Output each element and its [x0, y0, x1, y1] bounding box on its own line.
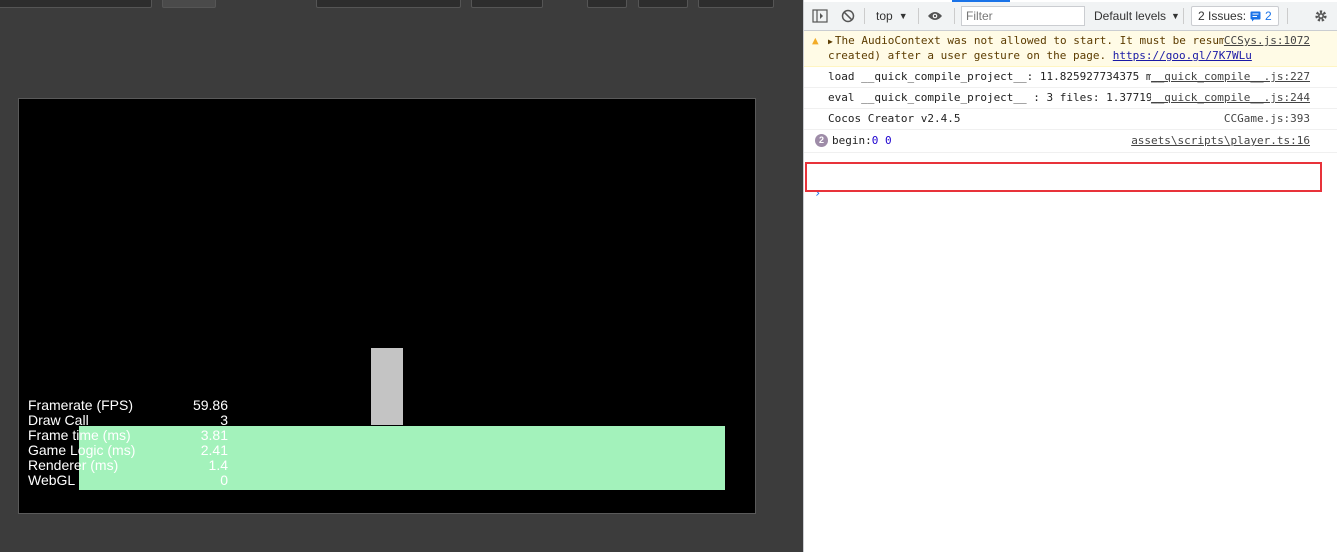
context-dropdown-icon: ▼	[898, 11, 908, 21]
console-messages: ▲ ▶ The AudioContext was not allowed to s…	[804, 31, 1337, 153]
message-text: load __quick_compile_project__: 11.82592…	[828, 70, 1160, 83]
message-source-link[interactable]: CCSys.js:1072	[1223, 34, 1310, 48]
profiler-stat-value: 3.81	[200, 427, 228, 443]
top-button-4[interactable]	[638, 0, 688, 8]
message-value: 0	[871, 134, 879, 147]
toolbar-separator	[918, 8, 919, 24]
profiler-stat-row: Game Logic (ms) 2.41	[28, 443, 228, 458]
profiler-stat-label: Frame time (ms)	[28, 427, 131, 443]
player-sprite	[371, 348, 403, 425]
context-selector[interactable]: top ▼	[876, 2, 908, 30]
console-toolbar: top ▼ Default levels ▼ 2 Issues: 2	[804, 2, 1337, 31]
profiler-stat-row: Renderer (ms) 1.4	[28, 458, 228, 473]
context-label: top	[876, 9, 893, 23]
profiler-stat-row: Frame time (ms) 3.81	[28, 428, 228, 443]
console-log-message: 2 begin:0 0 assets\scripts\player.ts:16	[804, 130, 1337, 153]
profiler-stat-label: Game Logic (ms)	[28, 442, 136, 458]
message-source-link[interactable]: CCGame.js:393	[1223, 112, 1310, 126]
log-levels-dropdown[interactable]: Default levels ▼	[1094, 2, 1180, 30]
console-log-message: load __quick_compile_project__: 11.82592…	[804, 67, 1337, 88]
message-link[interactable]: https://goo.gl/7K7WLu	[1113, 49, 1252, 62]
clear-console-icon[interactable]	[841, 2, 855, 30]
profiler-stat-label: WebGL	[28, 472, 76, 488]
profiler-stat-row: Framerate (FPS) 59.86	[28, 398, 228, 413]
profiler-stat-label: Framerate (FPS)	[28, 397, 134, 413]
log-levels-label: Default levels	[1094, 9, 1167, 23]
profiler-stat-row: Draw Call 3	[28, 413, 228, 428]
console-log-message: eval __quick_compile_project__ : 3 files…	[804, 88, 1337, 109]
toolbar-separator	[1287, 8, 1288, 24]
message-value: 0	[885, 134, 892, 147]
message-source-link[interactable]: __quick_compile__.js:244	[1151, 91, 1310, 105]
sidebar-toggle-icon[interactable]	[812, 2, 828, 30]
profiler-stat-row: WebGL 0	[28, 473, 228, 488]
top-dropdown-left[interactable]	[0, 0, 152, 8]
message-text: Cocos Creator v2.4.5	[828, 112, 961, 125]
toolbar-separator	[1183, 8, 1184, 24]
top-dropdown-middle[interactable]	[316, 0, 461, 8]
profiler-stat-value: 59.86	[192, 397, 228, 413]
profiler-stat-value: 2.41	[200, 442, 228, 458]
filter-input[interactable]	[961, 6, 1085, 26]
gear-icon[interactable]	[1314, 2, 1328, 30]
issues-label: 2 Issues:	[1198, 9, 1247, 23]
message-source-link[interactable]: assets\scripts\player.ts:16	[1131, 134, 1310, 148]
warning-icon: ▲	[812, 34, 819, 47]
message-source-link[interactable]: __quick_compile__.js:227	[1151, 70, 1310, 84]
console-prompt-icon[interactable]: ›	[814, 186, 821, 200]
top-button-3[interactable]	[587, 0, 627, 8]
devtools-console-panel: top ▼ Default levels ▼ 2 Issues: 2 ▲ ▶Th…	[803, 0, 1337, 552]
profiler-stats: Framerate (FPS) 59.86 Draw Call 3 Frame time…	[28, 398, 228, 488]
profiler-stat-label: Draw Call	[28, 412, 89, 428]
profiler-stat-value: 1.4	[208, 457, 228, 473]
levels-dropdown-icon: ▼	[1171, 11, 1180, 21]
expand-triangle-icon[interactable]: ▶	[828, 37, 833, 46]
profiler-stat-label: Renderer (ms)	[28, 457, 119, 473]
console-warning-message: ▲ ▶ The AudioContext was not allowed to s…	[804, 31, 1337, 67]
top-button-2[interactable]	[471, 0, 543, 8]
profiler-stat-value: 0	[220, 472, 228, 488]
top-button[interactable]	[162, 0, 216, 8]
issues-count: 2	[1265, 9, 1272, 23]
repeat-count-badge: 2	[815, 134, 828, 147]
top-button-5[interactable]	[698, 0, 774, 8]
issue-message-icon	[1250, 11, 1261, 21]
toolbar-separator	[864, 8, 865, 24]
message-text: begin:	[832, 134, 872, 147]
game-preview-panel: Framerate (FPS) 59.86 Draw Call 3 Frame time…	[0, 0, 803, 552]
toolbar-separator	[954, 8, 955, 24]
profiler-stat-value: 3	[220, 412, 228, 428]
issues-button[interactable]: 2 Issues: 2	[1191, 6, 1279, 26]
game-canvas[interactable]: Framerate (FPS) 59.86 Draw Call 3 Frame time…	[18, 98, 756, 514]
eye-icon[interactable]	[927, 2, 943, 30]
console-log-message: Cocos Creator v2.4.5 CCGame.js:393	[804, 109, 1337, 130]
